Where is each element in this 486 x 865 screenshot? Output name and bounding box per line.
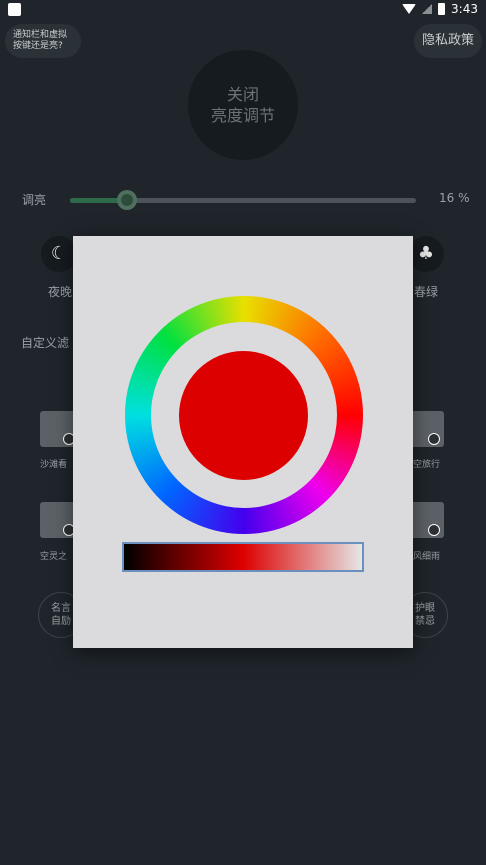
notice-line-1: 通知栏和虚拟 xyxy=(13,30,68,40)
moon-icon[interactable]: ☾ xyxy=(41,236,77,272)
thumbnail-label: 空灵之 xyxy=(40,552,68,562)
status-time: 3:43 xyxy=(451,2,478,16)
toggle-line-1: 关闭 xyxy=(226,85,259,104)
app-notification-icon xyxy=(8,3,21,16)
notice-button[interactable]: 通知栏和虚拟 按键还是亮? xyxy=(5,24,81,58)
status-bar: 3:43 xyxy=(0,0,486,22)
toggle-brightness-button[interactable]: 关闭 亮度调节 xyxy=(188,50,298,160)
thumbnail-label: 沙滩看 xyxy=(40,460,68,470)
mode-label-night: 夜晚 xyxy=(48,285,73,299)
brightness-value: 16 % xyxy=(439,191,470,205)
thumbnail-label: 风细雨 xyxy=(413,552,441,562)
mode-label-spring: 春绿 xyxy=(414,285,439,299)
toggle-line-2: 亮度调节 xyxy=(210,106,275,125)
play-icon xyxy=(428,524,440,536)
tree-icon[interactable]: ♣ xyxy=(408,236,444,272)
brightness-slider-thumb-core xyxy=(121,194,133,206)
shade-slider[interactable] xyxy=(122,542,364,572)
brightness-label: 调亮 xyxy=(22,193,47,207)
privacy-button[interactable]: 隐私政策 xyxy=(414,24,482,58)
signal-icon xyxy=(422,4,433,14)
custom-filter-label: 自定义滤 xyxy=(21,336,70,350)
color-picker-dialog xyxy=(73,236,413,648)
wifi-icon xyxy=(402,4,417,14)
thumbnail-label: 空旅行 xyxy=(413,460,441,470)
battery-icon xyxy=(438,3,446,15)
status-icons: 3:43 xyxy=(402,2,478,16)
play-icon xyxy=(428,433,440,445)
selected-color-swatch[interactable] xyxy=(179,351,308,480)
notice-line-2: 按键还是亮? xyxy=(13,41,63,51)
